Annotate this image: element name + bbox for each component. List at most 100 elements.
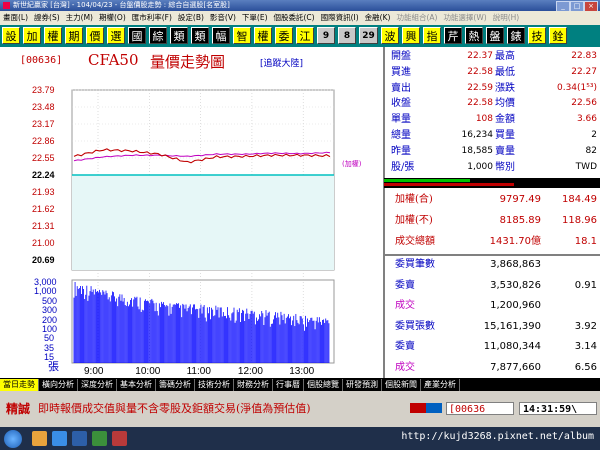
index-value: 8185.89 — [499, 215, 541, 226]
quote-row: 單量 108 金額 3.66 — [385, 113, 600, 126]
quote-label: 最高 — [495, 51, 515, 62]
toolbar-button[interactable]: 8 — [338, 27, 356, 44]
menu-item[interactable]: 功能組合(A) — [393, 13, 440, 22]
quote-row: 開盤 22.37 最高 22.83 — [385, 50, 600, 63]
menu-item[interactable]: 匯市利率(F) — [129, 13, 175, 22]
toolbar-button[interactable]: 加 — [23, 27, 41, 44]
analysis-tab[interactable]: 個股總覽 — [304, 379, 343, 391]
analysis-tab[interactable]: 行事曆 — [273, 379, 304, 391]
menu-item[interactable]: 個股委託(C) — [271, 13, 318, 22]
index-label: 加權(不) — [395, 215, 433, 226]
quote-label: 最低 — [495, 66, 515, 78]
toolbar-button[interactable]: 江 — [296, 27, 314, 44]
quote-row: 買進 22.58 最低 22.27 — [385, 66, 600, 79]
analysis-tab[interactable]: 深度分析 — [78, 379, 117, 391]
watermark-url: http://kujd3268.pixnet.net/album — [401, 431, 594, 442]
toolbar-button[interactable]: 錶 — [507, 27, 525, 44]
menu-item[interactable]: 證券(S) — [31, 13, 63, 22]
quote-label: 總量 — [391, 130, 411, 141]
browser-icon[interactable] — [52, 431, 67, 446]
quote-value: 22.58 — [467, 98, 493, 109]
price-tick-label: 23.48 — [32, 102, 55, 112]
toolbar-button[interactable]: 興 — [402, 27, 420, 44]
price-tick-label: 21.93 — [32, 187, 55, 197]
toolbar-button[interactable]: 29 — [359, 27, 378, 44]
toolbar-button[interactable]: 設 — [2, 27, 20, 44]
status-message: 即時報價成交值與量不含零股及鉅額交易(淨值為預估值) — [38, 402, 311, 415]
media-icon[interactable] — [72, 431, 87, 446]
start-button[interactable] — [4, 430, 22, 448]
toolbar-button[interactable]: 銓 — [549, 27, 567, 44]
toolbar-button[interactable]: 幅 — [212, 27, 230, 44]
toolbar-button[interactable]: 類 — [170, 27, 188, 44]
maximize-button[interactable]: □ — [570, 1, 584, 11]
analysis-tabs: 當日走勢 橫向分析 深度分析 基本分析 籌碼分析 技術分析 財務分析 行事曆 個股總覽 研發預測個… — [0, 378, 600, 391]
trading-app-icon[interactable] — [112, 431, 127, 446]
app-icon — [3, 2, 10, 9]
analysis-tab[interactable]: 橫向分析 — [39, 379, 78, 391]
menu-item[interactable]: 下單(E) — [239, 13, 271, 22]
toolbar-button[interactable]: 技 — [528, 27, 546, 44]
toolbar-button[interactable]: 熱 — [465, 27, 483, 44]
menu-item[interactable]: 國際資訊(I) — [318, 13, 362, 22]
minimize-button[interactable]: _ — [556, 1, 570, 11]
analysis-tab[interactable]: 當日走勢 — [0, 379, 39, 391]
folder-icon[interactable] — [32, 431, 47, 446]
toolbar-button[interactable]: 盤 — [486, 27, 504, 44]
menu-item[interactable]: 金融(K) — [362, 13, 394, 22]
toolbar-button[interactable]: 期 — [65, 27, 83, 44]
quote-value: 22.27 — [571, 66, 597, 77]
index-legend: (加權) — [342, 160, 362, 168]
toolbar-button[interactable]: 權 — [44, 27, 62, 44]
toolbar-button[interactable]: 綜 — [149, 27, 167, 44]
order-stat-label: 成交 — [395, 300, 415, 311]
toolbar-button[interactable]: 選 — [107, 27, 125, 44]
analysis-tab[interactable]: 籌碼分析 — [156, 379, 195, 391]
menu-item[interactable]: 說明(H) — [490, 13, 523, 22]
time-tick-label: 11:00 — [186, 366, 211, 377]
quote-label: 漲跌 — [495, 82, 515, 94]
buy-sell-ratio-bar — [384, 178, 600, 188]
close-button[interactable]: × — [584, 1, 598, 11]
quote-value: 16,234 — [461, 130, 494, 140]
app-icon[interactable] — [92, 431, 107, 446]
toolbar-button[interactable]: 9 — [317, 27, 335, 44]
time-tick-label: 10:00 — [135, 366, 161, 377]
toolbar-button[interactable]: 智 — [233, 27, 251, 44]
analysis-tab[interactable]: 產業分析 — [421, 379, 460, 391]
toolbar-button[interactable]: 類 — [191, 27, 209, 44]
analysis-tab[interactable]: 基本分析 — [117, 379, 156, 391]
toolbar: 設加權期價選國綜類類幅智權委江 9 8 29 波興指芹熱盤錶技銓 — [0, 25, 600, 47]
toolbar-button[interactable]: 國 — [128, 27, 146, 44]
menu-item[interactable]: 設定(B) — [175, 13, 207, 22]
analysis-tab[interactable]: 個股新聞 — [382, 379, 421, 391]
menu-item[interactable]: 畫面(L) — [0, 13, 31, 22]
toolbar-button[interactable]: 芹 — [444, 27, 462, 44]
toolbar-button[interactable]: 價 — [86, 27, 104, 44]
menu-item[interactable]: 期權(O) — [96, 13, 129, 22]
analysis-tab[interactable]: 財務分析 — [234, 379, 273, 391]
quote-panel: 開盤 22.37 最高 22.83 買進 22.58 最低 22.27 賣出 22.59 漲跌 0.3… — [384, 47, 600, 178]
toolbar-button[interactable]: 委 — [275, 27, 293, 44]
price-tick-label: 23.17 — [32, 119, 55, 129]
chart-panel: [00636] CFA50 量價走勢圖 [追蹤大陸] (加權) 9:00 10:0… — [0, 47, 384, 378]
price-volume-chart[interactable] — [0, 47, 383, 378]
menu-item[interactable]: 功能選擇(W) — [440, 13, 489, 22]
connection-indicator — [410, 403, 442, 413]
toolbar-button[interactable]: 權 — [254, 27, 272, 44]
menu-item[interactable]: 影音(V) — [207, 13, 239, 22]
quote-value: 3.66 — [576, 114, 597, 125]
sell-ratio-fill — [384, 183, 514, 186]
toolbar-button[interactable]: 指 — [423, 27, 441, 44]
index-label: 加權(合) — [395, 194, 433, 205]
price-tick-label: 22.24 — [32, 170, 55, 180]
menu-item[interactable]: 主力(M) — [63, 13, 96, 22]
index-change: 118.96 — [562, 215, 597, 226]
status-stock-code[interactable]: [00636 — [446, 402, 514, 415]
order-stat-ratio: 3.92 — [574, 320, 597, 332]
quote-value: 1,000 — [467, 161, 493, 172]
analysis-tab[interactable]: 技術分析 — [195, 379, 234, 391]
toolbar-button[interactable]: 波 — [381, 27, 399, 44]
analysis-tab[interactable]: 研發預測 — [343, 379, 382, 391]
quote-label: 收盤 — [391, 98, 411, 110]
